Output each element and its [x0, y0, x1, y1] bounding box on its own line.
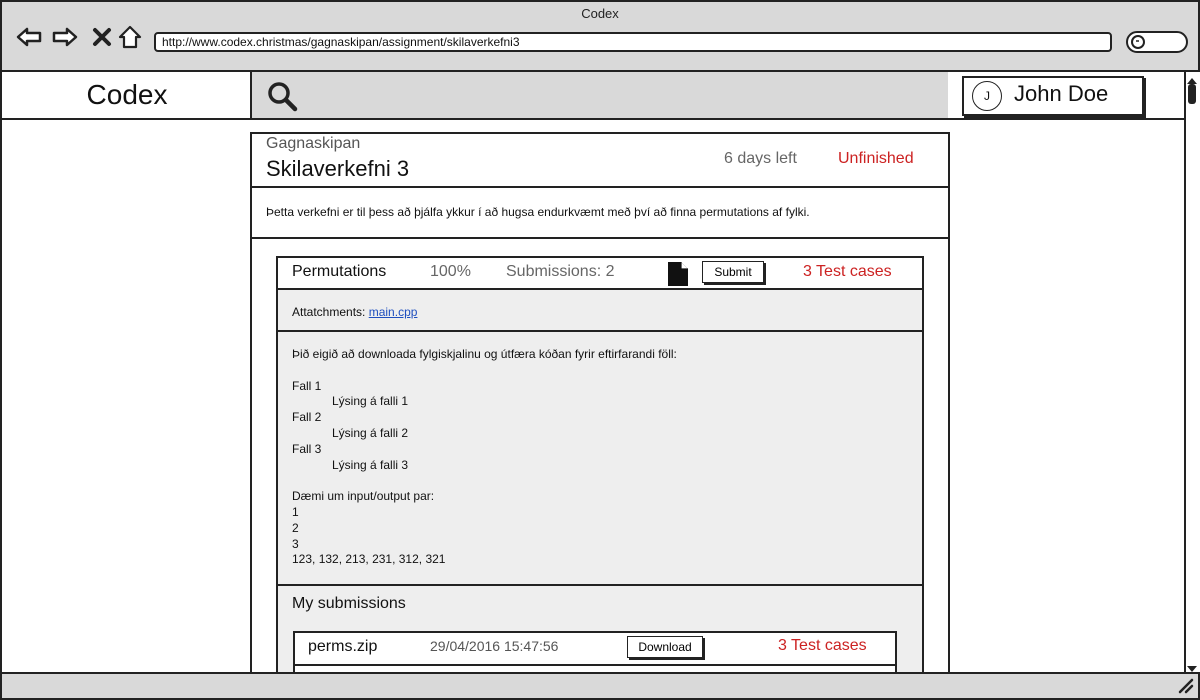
file-icon[interactable] — [667, 261, 689, 287]
course-name: Gagnaskipan — [266, 135, 361, 152]
scrollbar-thumb[interactable] — [1188, 84, 1196, 104]
problem-submissions: Submissions: 2 — [506, 263, 615, 280]
forward-icon[interactable] — [52, 24, 78, 50]
attachments: Attatchments: main.cpp — [292, 305, 417, 319]
app-logo[interactable]: Codex — [0, 72, 252, 120]
divider — [252, 186, 948, 188]
divider — [278, 330, 922, 332]
problem-description: Þið eigið að downloada fylgiskjalinu og … — [292, 347, 677, 567]
app-search-bar[interactable] — [250, 72, 950, 120]
submit-button[interactable]: Submit — [702, 261, 764, 283]
scroll-up-icon[interactable] — [1186, 73, 1198, 84]
my-submissions-heading: My submissions — [292, 595, 406, 612]
download-button[interactable]: Download — [627, 636, 703, 658]
attachment-link[interactable]: main.cpp — [369, 305, 418, 319]
divider — [252, 237, 948, 239]
problem-name: Permutations — [292, 263, 387, 280]
divider — [295, 664, 895, 666]
divider — [278, 584, 922, 586]
assignment-title: Skilaverkefni 3 — [266, 156, 410, 181]
problem-test-cases[interactable]: 3 Test cases — [803, 263, 892, 281]
scroll-down-icon[interactable] — [1186, 661, 1198, 672]
back-icon[interactable] — [16, 24, 42, 50]
user-name: John Doe — [1014, 81, 1109, 106]
search-icon — [1130, 34, 1146, 50]
submission-file: perms.zip — [308, 638, 378, 655]
search-icon[interactable] — [266, 80, 298, 112]
resize-grip-icon[interactable] — [1176, 676, 1194, 694]
assignment-description: Þetta verkefni er til þess að þjálfa ykk… — [266, 205, 810, 219]
status-bar — [0, 672, 1200, 700]
attachments-label: Attatchments: — [292, 305, 366, 319]
address-bar[interactable]: http://www.codex.christmas/gagnaskipan/a… — [154, 32, 1112, 52]
problem-percent: 100% — [430, 263, 471, 280]
status-badge: Unfinished — [838, 150, 914, 167]
submission-test-cases[interactable]: 3 Test cases — [778, 637, 867, 655]
window-title: Codex — [581, 6, 619, 21]
submission-date: 29/04/2016 15:47:56 — [430, 638, 559, 654]
close-icon[interactable] — [89, 24, 115, 50]
vertical-scrollbar[interactable] — [1184, 72, 1200, 672]
home-icon[interactable] — [117, 24, 143, 50]
avatar: J — [972, 81, 1002, 111]
time-left: 6 days left — [724, 150, 797, 167]
